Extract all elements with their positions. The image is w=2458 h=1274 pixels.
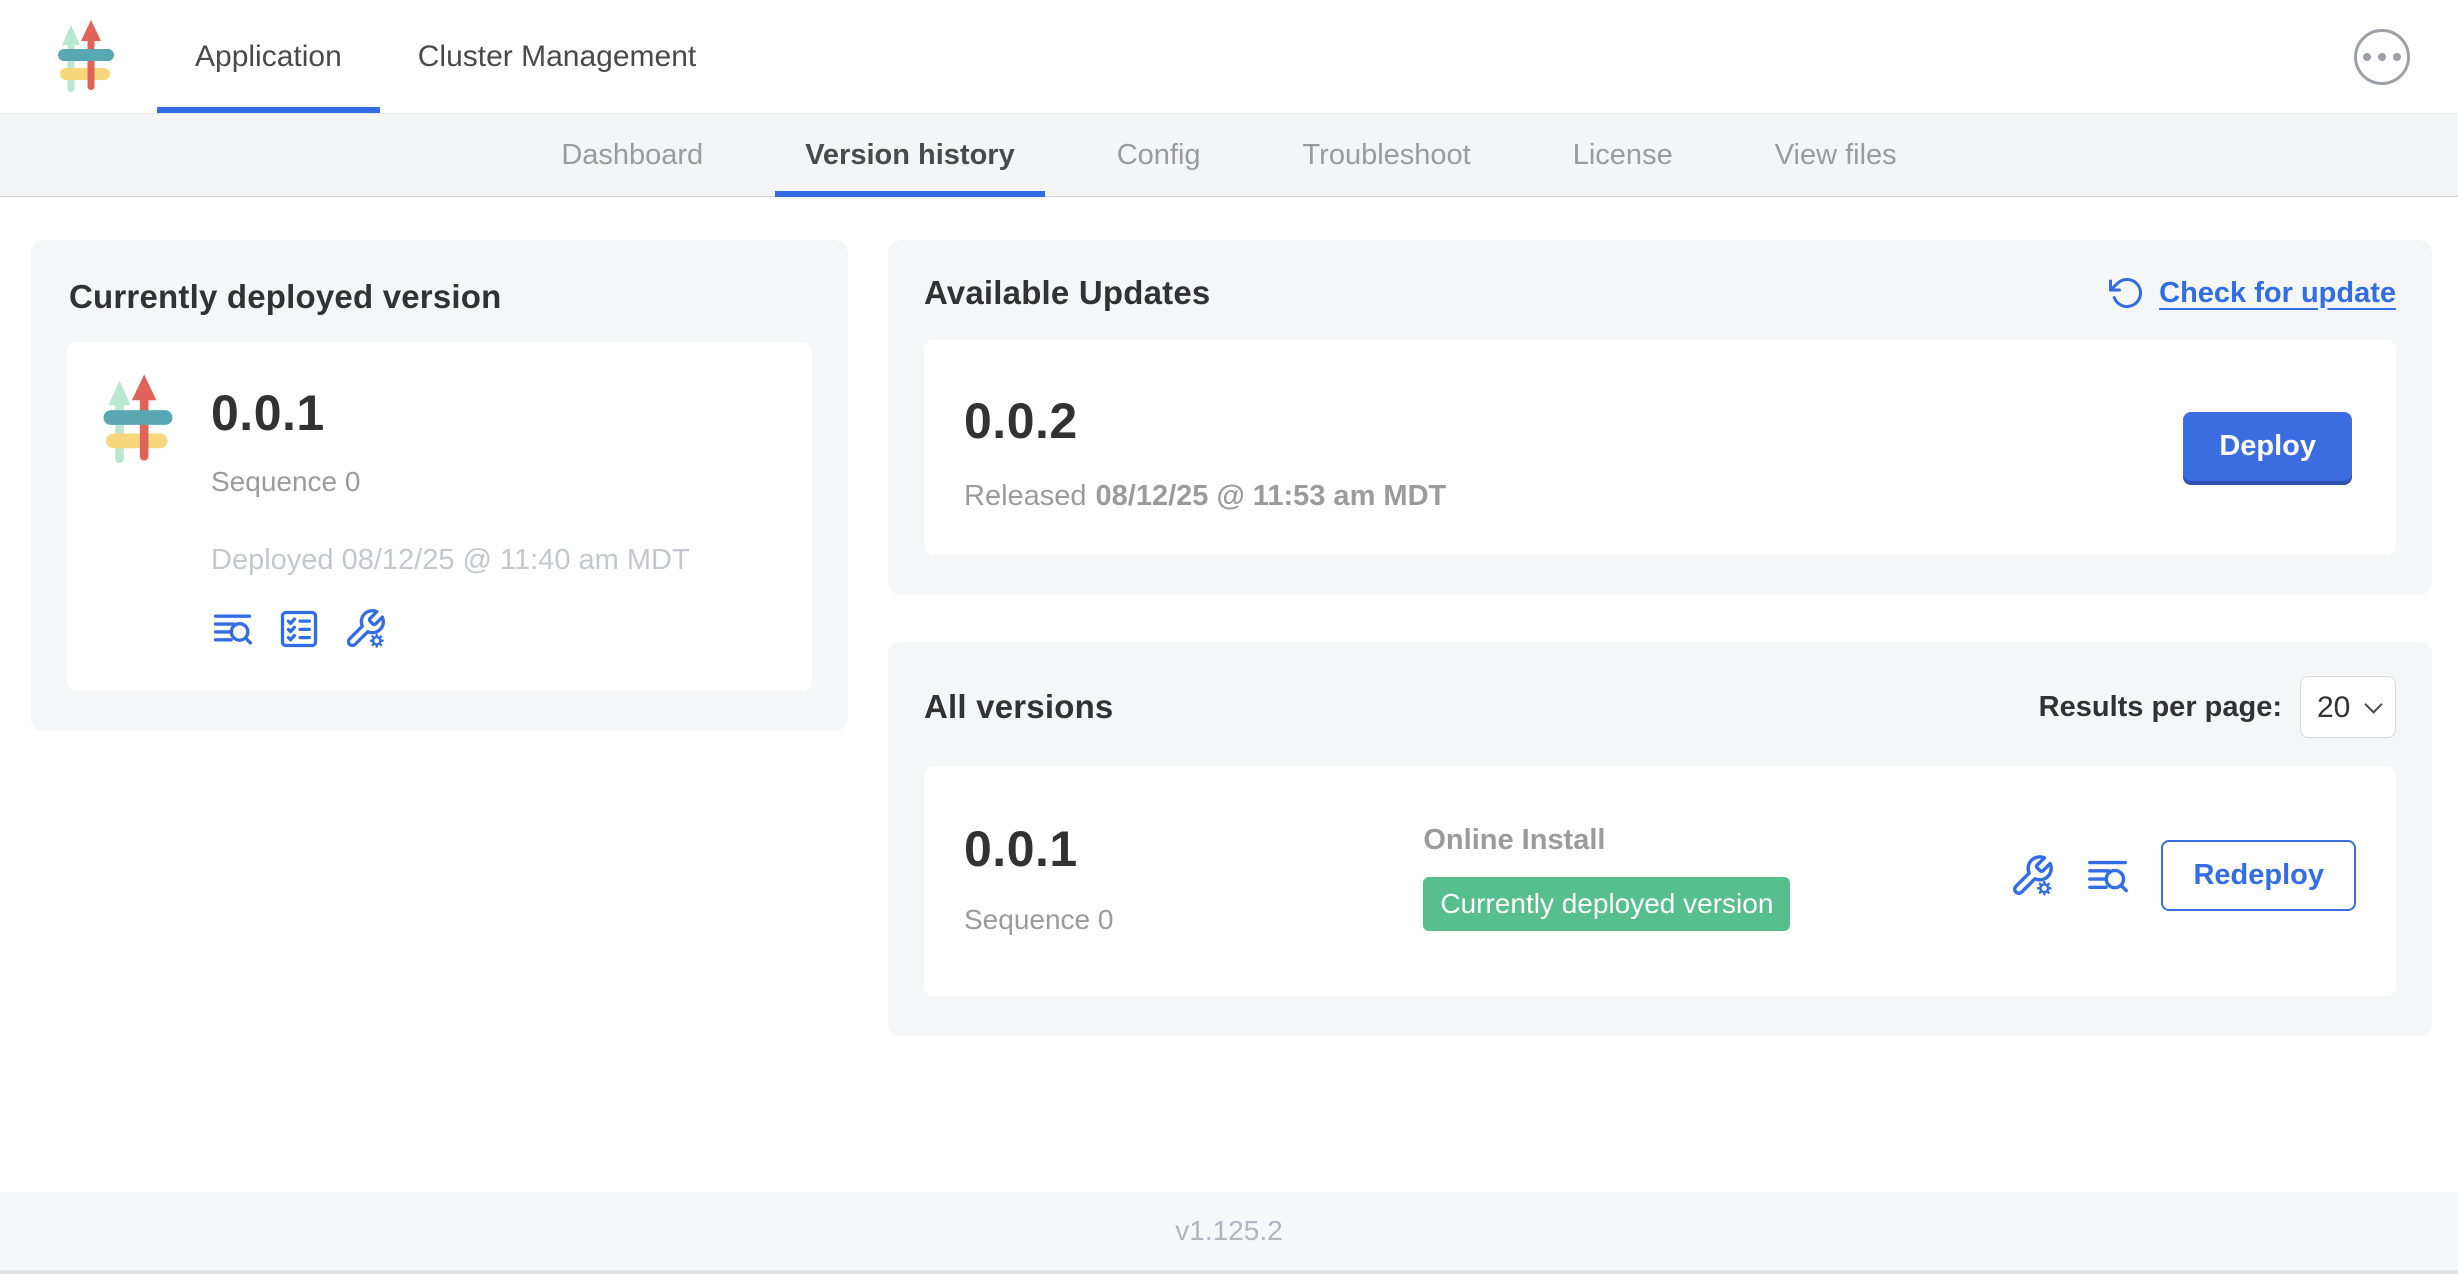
currently-deployed-card: Currently deployed version 0.0.1 Sequenc… [31, 240, 848, 731]
results-per-page-label: Results per page: [2039, 691, 2282, 724]
all-versions-card: All versions Results per page: 20 0.0.1 … [888, 642, 2432, 1036]
released-prefix: Released [964, 480, 1087, 512]
subnav-dashboard-label: Dashboard [561, 139, 703, 172]
config-wrench-icon[interactable] [343, 607, 387, 651]
install-type: Online Install [1423, 824, 2009, 857]
tab-application[interactable]: Application [157, 0, 380, 113]
app-logo-icon [101, 372, 175, 468]
currently-deployed-badge: Currently deployed version [1423, 877, 1790, 931]
subnav-view-files[interactable]: View files [1745, 114, 1927, 196]
redeploy-button[interactable]: Redeploy [2161, 840, 2356, 911]
row-sequence: Sequence 0 [964, 904, 1423, 936]
diff-icon[interactable] [2085, 853, 2131, 899]
config-wrench-icon[interactable] [2009, 853, 2055, 899]
available-updates-title: Available Updates [924, 274, 1210, 312]
app-subnav: Dashboard Version history Config Trouble… [0, 113, 2458, 197]
main-content: Currently deployed version 0.0.1 Sequenc… [0, 197, 2458, 1192]
deployed-sequence: Sequence 0 [211, 466, 690, 498]
app-logo [55, 0, 117, 113]
subnav-troubleshoot-label: Troubleshoot [1303, 139, 1471, 172]
refresh-ccw-icon[interactable] [2109, 275, 2145, 311]
app-footer: v1.125.2 [0, 1192, 2458, 1274]
check-for-update-label: Check for update [2159, 277, 2396, 310]
subnav-troubleshoot[interactable]: Troubleshoot [1273, 114, 1501, 196]
subnav-view-files-label: View files [1775, 139, 1897, 172]
diff-icon[interactable] [211, 607, 255, 651]
row-version-number: 0.0.1 [964, 820, 1423, 878]
tab-cluster-management[interactable]: Cluster Management [380, 0, 734, 113]
subnav-license[interactable]: License [1543, 114, 1703, 196]
tab-application-label: Application [195, 40, 342, 74]
app-logo-icon [55, 18, 117, 96]
results-per-page: Results per page: 20 [2039, 676, 2396, 738]
update-version-number: 0.0.2 [964, 392, 1446, 450]
all-versions-title: All versions [924, 688, 1113, 726]
tab-cluster-management-label: Cluster Management [418, 40, 696, 74]
deploy-button[interactable]: Deploy [2183, 412, 2352, 481]
deployed-version-panel: 0.0.1 Sequence 0 Deployed 08/12/25 @ 11:… [67, 342, 812, 691]
preflight-checklist-icon[interactable] [277, 607, 321, 651]
subnav-dashboard[interactable]: Dashboard [531, 114, 733, 196]
deployed-actions [211, 607, 690, 651]
check-for-update-link[interactable]: Check for update [2109, 275, 2396, 311]
deployed-timestamp: Deployed 08/12/25 @ 11:40 am MDT [211, 544, 690, 577]
top-nav: Application Cluster Management [0, 0, 2458, 113]
update-released-timestamp: Released 08/12/25 @ 11:53 am MDT [964, 480, 1446, 513]
subnav-version-history[interactable]: Version history [775, 114, 1045, 196]
available-updates-card: Available Updates Check for update 0.0.2… [888, 240, 2432, 595]
update-row: 0.0.2 Released 08/12/25 @ 11:53 am MDT De… [924, 340, 2396, 555]
subnav-license-label: License [1573, 139, 1673, 172]
deployed-version-number: 0.0.1 [211, 384, 690, 442]
kots-version: v1.125.2 [1175, 1215, 1282, 1247]
subnav-version-history-label: Version history [805, 139, 1015, 172]
subnav-config-label: Config [1117, 139, 1201, 172]
subnav-config[interactable]: Config [1087, 114, 1231, 196]
released-date: 08/12/25 @ 11:53 am MDT [1096, 480, 1447, 512]
results-per-page-select[interactable]: 20 [2300, 676, 2396, 738]
version-row: 0.0.1 Sequence 0 Online Install Currentl… [924, 766, 2396, 996]
ellipsis-menu-icon[interactable] [2354, 29, 2410, 85]
deployed-card-title: Currently deployed version [69, 278, 812, 316]
right-column: Available Updates Check for update 0.0.2… [888, 240, 2432, 1036]
